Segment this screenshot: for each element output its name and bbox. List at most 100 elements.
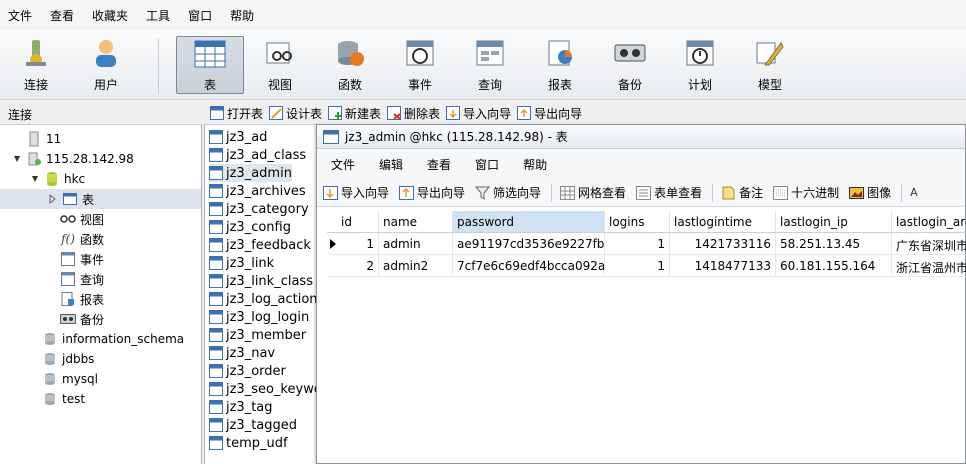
connection-tree: 11 115.28.142.98 hkc 表 视图 f() 函数 事件 查询 报… (0, 124, 202, 464)
window-menu-view[interactable]: 查看 (421, 156, 469, 173)
window-menu-help[interactable]: 帮助 (517, 156, 565, 173)
table-list-item-selected[interactable]: jz3_admin (209, 164, 292, 182)
toolbar-backup-button[interactable]: 备份 (598, 36, 662, 94)
menu-file[interactable]: 文件 (4, 7, 46, 24)
tree-node-server-11[interactable]: 11 (26, 129, 61, 149)
toolbar-query-button[interactable]: 查询 (458, 36, 522, 94)
menu-tools[interactable]: 工具 (142, 7, 184, 24)
cell-logins[interactable]: 1 (605, 255, 670, 276)
table-list-item[interactable]: jz3_log_login (209, 308, 309, 326)
cell-name[interactable]: admin2 (379, 255, 453, 276)
table-list-item[interactable]: jz3_tag (209, 398, 273, 416)
cell-lastlogintime[interactable]: 1418477133 (670, 255, 776, 276)
table-list-item[interactable]: temp_udf (209, 434, 288, 452)
tree-node-queries[interactable]: 查询 (60, 269, 104, 289)
open-table-button[interactable]: 打开表 (210, 105, 263, 122)
cell-password[interactable]: ae91197cd3536e9227fb2 (453, 233, 605, 254)
menu-window[interactable]: 窗口 (184, 7, 226, 24)
tree-node-db-information-schema[interactable]: information_schema (42, 329, 184, 349)
table-list-item[interactable]: jz3_link_class (209, 272, 313, 290)
tree-node-reports[interactable]: 报表 (60, 289, 104, 309)
table-list-item[interactable]: jz3_member (209, 326, 306, 344)
window-menu-window[interactable]: 窗口 (469, 156, 517, 173)
toolbar-model-button[interactable]: 模型 (738, 36, 802, 94)
table-list-item[interactable]: jz3_order (209, 362, 286, 380)
design-table-button[interactable]: 设计表 (269, 105, 322, 122)
toolbar-schedule-button[interactable]: 计划 (668, 36, 732, 94)
menu-view[interactable]: 查看 (46, 7, 88, 24)
toolbar-table-button[interactable]: 表 (176, 36, 244, 94)
cell-id[interactable]: 1 (341, 233, 379, 254)
tree-node-db-jdbbs[interactable]: jdbbs (42, 349, 94, 369)
table-list-item[interactable]: jz3_ad (209, 128, 267, 146)
cell-lastlogin-area[interactable]: 浙江省温州市 (892, 255, 966, 276)
table-list-item[interactable]: jz3_log_action (209, 290, 318, 308)
menu-favorites[interactable]: 收藏夹 (88, 7, 142, 24)
table-list-item[interactable]: jz3_category (209, 200, 309, 218)
hex-button[interactable]: 十六进制 (773, 184, 839, 201)
toolbar-report-button[interactable]: 报表 (528, 36, 592, 94)
tree-node-events[interactable]: 事件 (60, 249, 104, 269)
window-menu-edit[interactable]: 编辑 (373, 156, 421, 173)
tree-node-tables[interactable]: 表 (0, 189, 201, 209)
table-list-item[interactable]: jz3_nav (209, 344, 275, 362)
table-list-item[interactable]: jz3_tagged (209, 416, 297, 434)
export-wizard-button[interactable]: 导出向导 (399, 184, 465, 201)
table-list-item[interactable]: jz3_link (209, 254, 274, 272)
export-wizard-icon (399, 185, 415, 200)
memo-button[interactable]: 备注 (721, 184, 763, 201)
tree-node-server-115[interactable]: 115.28.142.98 (12, 149, 134, 169)
new-table-button[interactable]: 新建表 (328, 105, 381, 122)
column-header-lastlogin-area[interactable]: lastlogin_are (892, 211, 966, 232)
sort-button[interactable]: A (910, 186, 918, 199)
table-list-item[interactable]: jz3_archives (209, 182, 306, 200)
column-header-lastlogintime[interactable]: lastlogintime (670, 211, 776, 232)
table-row[interactable]: 2 admin2 7cf7e6c69edf4bcca092a0 1 141847… (327, 255, 966, 277)
tree-node-db-mysql[interactable]: mysql (42, 369, 98, 389)
cell-lastlogin-area[interactable]: 广东省深圳市 (892, 233, 966, 254)
table-list-item[interactable]: jz3_feedback (209, 236, 311, 254)
table-icon (209, 166, 223, 180)
window-menu-file[interactable]: 文件 (325, 156, 373, 173)
column-header-lastlogin-ip[interactable]: lastlogin_ip (776, 211, 892, 232)
cell-lastlogin-ip[interactable]: 60.181.155.164 (776, 255, 892, 276)
cell-lastlogin-ip[interactable]: 58.251.13.45 (776, 233, 892, 254)
image-button[interactable]: 图像 (849, 184, 891, 201)
delete-table-button[interactable]: 删除表 (387, 105, 440, 122)
toolbar-function-button[interactable]: 函数 (318, 36, 382, 94)
form-view-button[interactable]: 表单查看 (636, 184, 702, 201)
toolbar-view-button[interactable]: 视图 (248, 36, 312, 94)
cell-logins[interactable]: 1 (605, 233, 670, 254)
tree-node-functions[interactable]: f() 函数 (60, 229, 104, 249)
table-icon (209, 310, 223, 324)
column-header-name[interactable]: name (379, 211, 453, 232)
import-wizard-button[interactable]: 导入向导 (446, 105, 511, 122)
toolbar-user-button[interactable]: 用户 (74, 36, 138, 94)
export-wizard-button[interactable]: 导出向导 (517, 105, 582, 122)
tree-node-db-test[interactable]: test (42, 389, 85, 409)
backup-icon (613, 38, 647, 68)
toolbar-event-button[interactable]: 事件 (388, 36, 452, 94)
expand-arrow-icon (12, 151, 22, 167)
cell-lastlogintime[interactable]: 1421733116 (670, 233, 776, 254)
column-header-password[interactable]: password (453, 211, 605, 232)
filter-wizard-button[interactable]: 筛选向导 (475, 184, 541, 201)
tree-node-db-hkc[interactable]: hkc (30, 169, 85, 189)
cell-name[interactable]: admin (379, 233, 453, 254)
import-wizard-button[interactable]: 导入向导 (323, 184, 389, 201)
model-icon (753, 38, 787, 68)
cell-password[interactable]: 7cf7e6c69edf4bcca092a0 (453, 255, 605, 276)
window-titlebar[interactable]: jz3_admin @hkc (115.28.142.98) - 表 (317, 125, 965, 149)
table-row[interactable]: 1 admin ae91197cd3536e9227fb2 1 14217331… (327, 233, 966, 255)
table-list-item[interactable]: jz3_ad_class (209, 146, 306, 164)
table-list-item[interactable]: jz3_config (209, 218, 291, 236)
column-header-id[interactable]: id (327, 211, 379, 232)
tree-node-views[interactable]: 视图 (60, 209, 104, 229)
column-header-logins[interactable]: logins (605, 211, 670, 232)
toolbar-connection-button[interactable]: 连接 (4, 36, 68, 94)
grid-view-button[interactable]: 网格查看 (560, 184, 626, 201)
table-list-item[interactable]: jz3_seo_keywor (209, 380, 320, 398)
cell-id[interactable]: 2 (341, 255, 379, 276)
tree-node-backups[interactable]: 备份 (60, 309, 104, 329)
menu-help[interactable]: 帮助 (226, 7, 268, 24)
